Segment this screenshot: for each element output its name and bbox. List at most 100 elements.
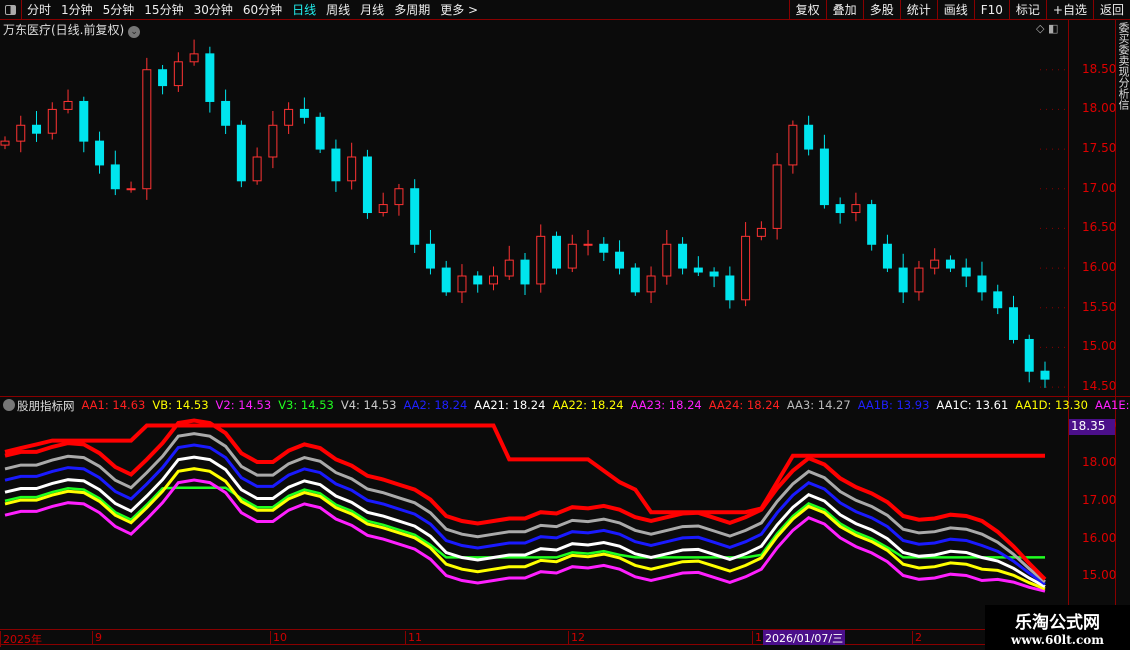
- tab-period-10[interactable]: 更多 >: [435, 1, 483, 18]
- candle: [693, 256, 703, 276]
- indicator-value: AA1C: 13.61: [936, 398, 1009, 412]
- candle: [930, 248, 940, 275]
- candle: [315, 112, 325, 154]
- candle: [788, 120, 798, 174]
- indicator-value: AA1B: 13.93: [857, 398, 930, 412]
- candle: [299, 97, 309, 124]
- candle: [898, 253, 908, 303]
- candle: [882, 234, 892, 273]
- cursor-date: 2026/01/07/三: [763, 630, 846, 645]
- indicator-value: V4: 14.53: [340, 398, 397, 412]
- chevron-down-icon[interactable]: [3, 399, 15, 411]
- candle: [268, 110, 278, 169]
- price-tick-label: 18.00: [1082, 101, 1117, 116]
- candle: [741, 222, 751, 307]
- candle: [473, 271, 483, 293]
- candle: [630, 263, 640, 296]
- diamond-icon[interactable]: ◇: [1036, 22, 1044, 35]
- toolbar-button-1[interactable]: 叠加: [825, 0, 863, 20]
- candle: [362, 149, 372, 219]
- indicator-value: AA3: 14.27: [786, 398, 851, 412]
- indicator-chart[interactable]: [0, 418, 1068, 629]
- tab-period-2[interactable]: 5分钟: [98, 1, 140, 18]
- candle: [756, 221, 766, 241]
- toolbar-button-6[interactable]: 标记: [1008, 0, 1046, 20]
- candle: [110, 150, 120, 196]
- candle: [1024, 334, 1034, 383]
- tab-period-7[interactable]: 周线: [321, 1, 355, 18]
- sidebar-toggle-button[interactable]: [0, 0, 22, 20]
- period-tabs: 分时 1分钟 5分钟 15分钟 30分钟 60分钟 日线 周线 月线 多周期 更多 >: [22, 1, 483, 18]
- band-line: [4, 478, 1046, 593]
- candle: [536, 224, 546, 293]
- price-tick-label: 17.50: [1082, 141, 1117, 156]
- indicator-name[interactable]: 股朋指标网: [3, 398, 75, 414]
- toolbar-button-7[interactable]: +自选: [1045, 0, 1093, 20]
- indicator-value: VB: 14.53: [152, 398, 209, 412]
- candle: [189, 39, 199, 66]
- candle: [236, 120, 246, 188]
- candle: [79, 96, 89, 153]
- price-tick-label: 14.50: [1082, 379, 1117, 394]
- toolbar-button-2[interactable]: 多股: [862, 0, 900, 20]
- panel-separator[interactable]: [0, 396, 1130, 397]
- chevron-down-icon[interactable]: ⌄: [128, 26, 141, 38]
- tab-period-8[interactable]: 月线: [355, 1, 389, 18]
- indicator-name-text: 股朋指标网: [17, 399, 75, 413]
- price-tick-label: 18.50: [1082, 61, 1117, 76]
- time-tick-label: 12: [568, 631, 585, 644]
- candle: [32, 110, 42, 142]
- price-tick-label: 16.00: [1082, 260, 1117, 275]
- price-tick-label: 17.00: [1082, 180, 1117, 195]
- candle: [725, 266, 735, 309]
- candle: [520, 252, 530, 296]
- indicator-tick-label: 16.00: [1082, 530, 1117, 545]
- candle: [0, 136, 10, 150]
- candle: [284, 102, 294, 134]
- indicator-value: AA24: 18.24: [708, 398, 780, 412]
- candle: [173, 52, 183, 92]
- axis-divider: [1068, 20, 1069, 630]
- toolbar-button-5[interactable]: F10: [973, 0, 1009, 20]
- tab-period-5[interactable]: 60分钟: [238, 1, 287, 18]
- tab-period-1[interactable]: 1分钟: [56, 1, 98, 18]
- indicator-tick-label: 15.00: [1082, 568, 1117, 583]
- tab-period-6[interactable]: 日线: [287, 1, 321, 18]
- indicator-tick-label: 17.00: [1082, 492, 1117, 507]
- candle: [867, 199, 877, 251]
- time-tick-label: 2: [912, 631, 922, 644]
- candle: [945, 255, 955, 273]
- panel-toggle-icon[interactable]: ◧: [1048, 22, 1058, 35]
- tab-period-9[interactable]: 多周期: [389, 1, 435, 18]
- tab-period-4[interactable]: 30分钟: [189, 1, 238, 18]
- candle: [252, 147, 262, 185]
- candle: [804, 115, 814, 156]
- toolbar-button-4[interactable]: 画线: [936, 0, 974, 20]
- panel-icon: [5, 4, 16, 15]
- candle: [678, 237, 688, 275]
- indicator-value: AA22: 18.24: [552, 398, 624, 412]
- candle: [583, 229, 593, 256]
- candle: [552, 231, 562, 275]
- candle: [567, 234, 577, 273]
- candle: [819, 134, 829, 209]
- candle: [961, 258, 971, 288]
- vb-line: [4, 486, 1045, 559]
- time-tick-label: 2025年: [0, 631, 42, 647]
- candle: [615, 240, 625, 275]
- toolbar-button-0[interactable]: 复权: [788, 0, 826, 20]
- candlestick-chart[interactable]: [0, 38, 1068, 396]
- candle: [410, 179, 420, 253]
- time-tick-label: 11: [405, 631, 422, 644]
- side-panel-tabs[interactable]: 委买委卖现分析信: [1116, 22, 1130, 110]
- toolbar-button-8[interactable]: 返回: [1092, 0, 1130, 20]
- current-value-label: 18.35: [1069, 419, 1115, 435]
- price-tick-label: 15.50: [1082, 299, 1117, 314]
- candle: [1008, 295, 1018, 344]
- indicator-value: AA1E: 13.00: [1094, 398, 1130, 412]
- tab-period-3[interactable]: 15分钟: [139, 1, 188, 18]
- toolbar-button-3[interactable]: 统计: [899, 0, 937, 20]
- toolbar: 分时 1分钟 5分钟 15分钟 30分钟 60分钟 日线 周线 月线 多周期 更多 > 复权 叠加 多股…: [0, 0, 1130, 20]
- candle: [95, 131, 105, 174]
- tab-period-0[interactable]: 分时: [22, 1, 56, 18]
